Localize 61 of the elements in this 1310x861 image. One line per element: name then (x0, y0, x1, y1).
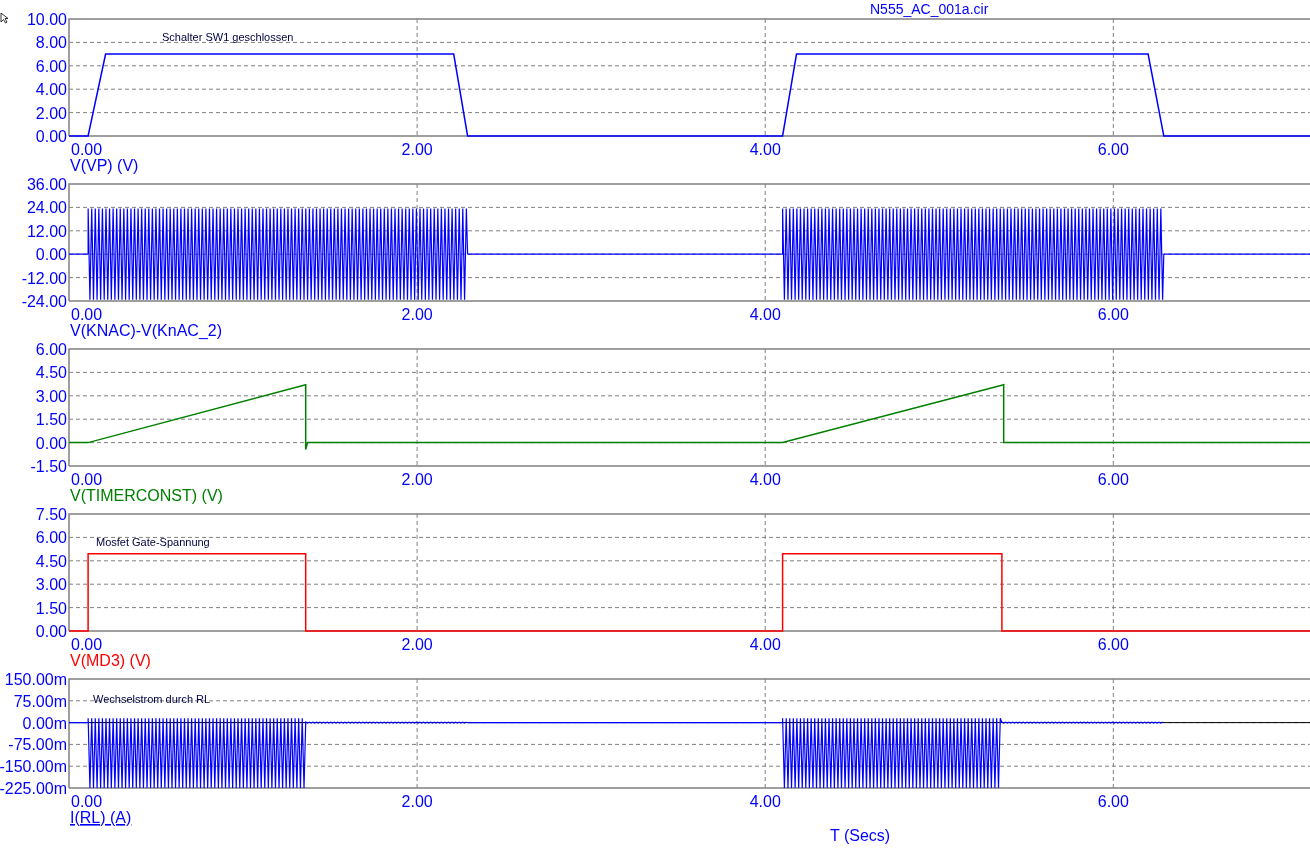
tick-label: 0.00 (71, 471, 103, 488)
tick-label: 6.00 (1097, 471, 1129, 488)
tick-label: 8.00 (35, 34, 67, 52)
tick-label: 2.00 (401, 141, 433, 158)
tick-label: 1.50 (35, 411, 67, 429)
tick-label: 0.00 (35, 128, 67, 145)
tick-label: 4.00 (35, 81, 67, 99)
tick-label: 2.00 (401, 636, 433, 653)
annotation-label: Wechselstrom durch RL (93, 693, 211, 705)
tick-label: 0.00 (71, 306, 103, 323)
tick-label: -1.50 (30, 458, 67, 475)
tick-label: 6.00 (1097, 793, 1129, 810)
tick-label: -150.00m (0, 758, 67, 776)
tick-label: 1.50 (35, 599, 67, 617)
tick-label: -75.00m (8, 736, 67, 754)
tick-label: 7.50 (35, 506, 67, 523)
tick-label: 0.00 (35, 434, 67, 452)
tick-label: 3.00 (35, 387, 67, 405)
tick-label: 6.00 (1097, 306, 1129, 323)
trace-label: V(VP) (V) (70, 157, 139, 174)
tick-label: 0.00 (71, 793, 103, 810)
trace-label: V(TIMERCONST) (V) (70, 487, 223, 504)
tick-label: 36.00 (26, 176, 67, 193)
tick-label: 2.00 (35, 104, 67, 122)
tick-label: 4.50 (35, 364, 67, 382)
tick-label: 4.00 (749, 793, 781, 810)
tick-label: 4.50 (35, 552, 67, 570)
tick-label: 6.00 (35, 57, 67, 75)
tick-label: 0.00 (71, 636, 103, 653)
trace-label: I(RL) (A) (70, 809, 132, 826)
file-title: N555_AC_001a.cir (870, 1, 989, 17)
tick-label: 3.00 (35, 576, 67, 594)
cursor-icon (0, 12, 9, 24)
tick-label: 2.00 (401, 793, 433, 810)
annotation-label: Schalter SW1 geschlossen (162, 31, 294, 43)
tick-label: 6.00 (35, 529, 67, 547)
tick-label: -225.00m (0, 780, 67, 797)
tick-label: -12.00 (21, 269, 67, 287)
tick-label: 12.00 (26, 222, 67, 240)
tick-label: 0.00 (71, 141, 103, 158)
tick-label: 6.00 (35, 341, 67, 358)
tick-label: 6.00 (1097, 141, 1129, 158)
tick-label: 10.00 (26, 11, 67, 28)
axis-title: T (Secs) (830, 827, 891, 844)
tick-label: 0.00m (22, 714, 67, 732)
trace-label: V(MD3) (V) (70, 652, 151, 669)
tick-label: 0.00 (35, 246, 67, 264)
tick-label: 6.00 (1097, 636, 1129, 653)
tick-label: 2.00 (401, 471, 433, 488)
tick-label: -24.00 (21, 293, 67, 310)
annotation-label: Mosfet Gate-Spannung (96, 536, 210, 548)
tick-label: 4.00 (749, 471, 781, 488)
tick-label: 2.00 (401, 306, 433, 323)
tick-label: 4.00 (749, 306, 781, 323)
tick-label: 4.00 (749, 636, 781, 653)
tick-label: 24.00 (26, 199, 67, 217)
tick-label: 75.00m (13, 692, 67, 710)
tick-label: 150.00m (4, 671, 67, 688)
tick-label: 0.00 (35, 623, 67, 640)
trace-label: V(KNAC)-V(KnAC_2) (70, 322, 223, 339)
tick-label: 4.00 (749, 141, 781, 158)
